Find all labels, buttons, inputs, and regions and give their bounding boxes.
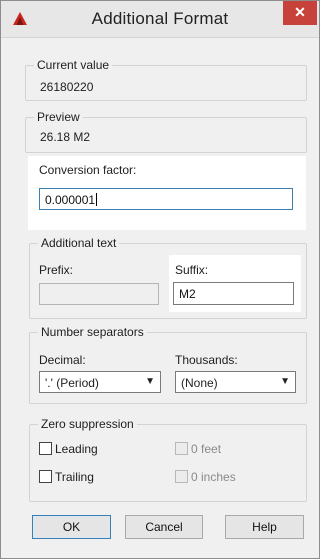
zero-feet-label: 0 feet (191, 442, 222, 456)
help-button[interactable]: Help (225, 515, 304, 539)
leading-label[interactable]: Leading (55, 442, 98, 456)
decimal-selected-value: '.' (Period) (45, 376, 99, 390)
preview-label: Preview (34, 110, 83, 124)
prefix-input[interactable] (39, 283, 159, 305)
conversion-factor-value: 0.000001 (45, 193, 96, 207)
chevron-down-icon: ▼ (280, 376, 290, 387)
decimal-label: Decimal: (39, 353, 86, 367)
current-value-text: 26180220 (40, 80, 94, 94)
suffix-input[interactable]: M2 (173, 282, 294, 305)
trailing-checkbox[interactable] (39, 470, 52, 483)
conversion-factor-input[interactable]: 0.000001 (39, 188, 293, 210)
close-button[interactable]: ✕ (283, 1, 317, 25)
current-value-label: Current value (34, 58, 113, 72)
suffix-label: Suffix: (175, 263, 209, 277)
zero-inches-label: 0 inches (191, 470, 236, 484)
zero-feet-checkbox[interactable] (175, 442, 188, 455)
leading-checkbox[interactable] (39, 442, 52, 455)
trailing-label[interactable]: Trailing (55, 470, 94, 484)
cancel-button[interactable]: Cancel (125, 515, 203, 539)
decimal-select[interactable]: '.' (Period) ▼ (39, 371, 161, 393)
additional-format-dialog: Additional Format ✕ Current value 261802… (0, 0, 320, 559)
number-separators-label: Number separators (38, 325, 147, 339)
current-value-group: Current value 26180220 (25, 58, 307, 101)
zero-inches-checkbox[interactable] (175, 470, 188, 483)
dialog-title: Additional Format (91, 9, 229, 28)
zero-suppression-label: Zero suppression (38, 417, 137, 431)
chevron-down-icon: ▼ (145, 376, 155, 387)
conversion-factor-label: Conversion factor: (39, 163, 137, 177)
zero-suppression-group: Zero suppression (29, 417, 307, 502)
thousands-selected-value: (None) (181, 376, 218, 390)
prefix-label: Prefix: (39, 263, 74, 277)
preview-text: 26.18 M2 (40, 130, 91, 144)
number-separators-group: Number separators (29, 325, 307, 404)
thousands-label: Thousands: (175, 353, 238, 367)
ok-button[interactable]: OK (32, 515, 111, 539)
text-caret (96, 193, 98, 206)
thousands-select[interactable]: (None) ▼ (175, 371, 296, 393)
preview-group: Preview 26.18 M2 (25, 110, 307, 153)
title-bar[interactable]: Additional Format ✕ (1, 1, 319, 38)
additional-text-label: Additional text (38, 236, 120, 250)
